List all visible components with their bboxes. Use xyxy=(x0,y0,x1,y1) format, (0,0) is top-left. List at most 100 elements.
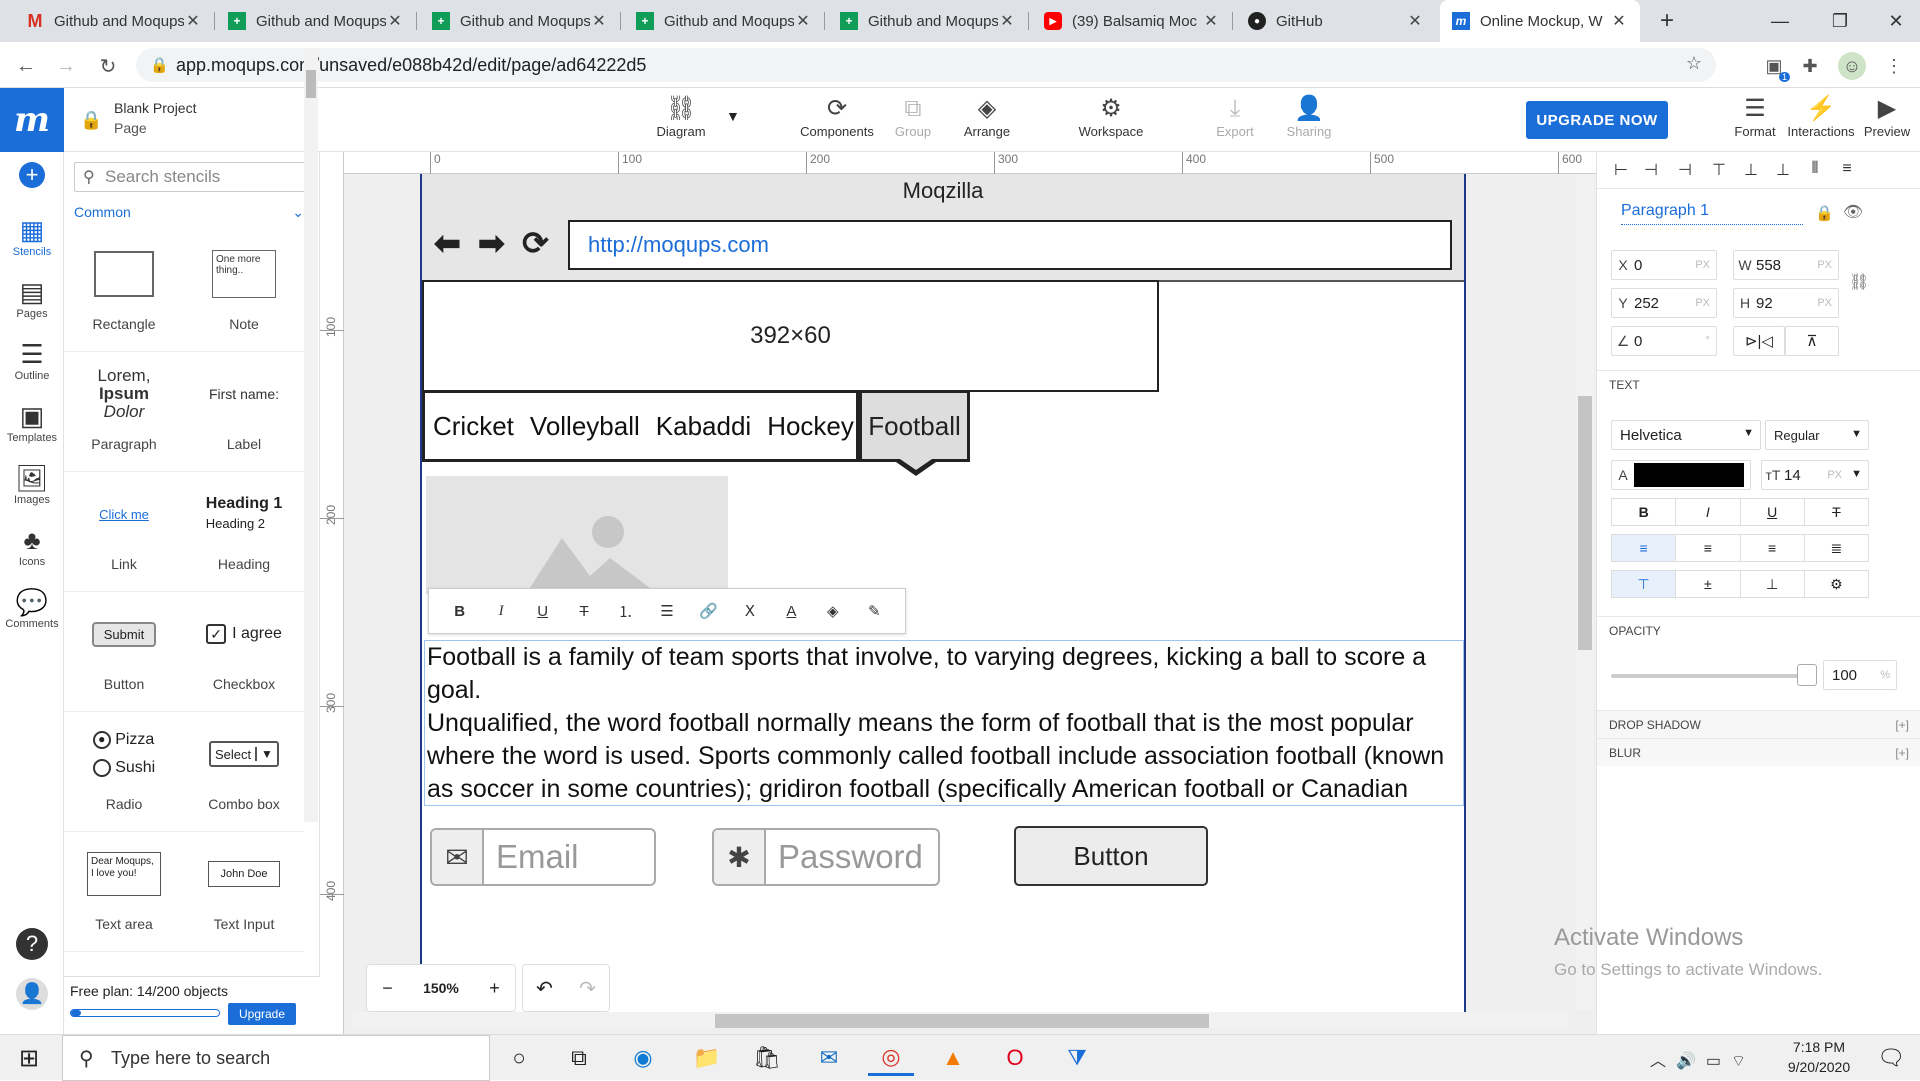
moqups-logo[interactable]: m xyxy=(0,88,64,152)
dropdown-caret-icon[interactable]: ▼ xyxy=(726,108,740,124)
mockup-tab[interactable]: Volleyball xyxy=(522,411,648,442)
vscode-icon[interactable]: ⧩ xyxy=(1054,1040,1100,1076)
preview-button[interactable]: ▶ Preview xyxy=(1842,94,1920,139)
stencil-note[interactable]: One more thing.. Note xyxy=(184,232,304,352)
mockup-tab[interactable]: Kabaddi xyxy=(648,411,759,442)
align-center-icon[interactable]: ⊣ xyxy=(1639,160,1663,180)
user-avatar[interactable]: 👤 xyxy=(0,978,64,1010)
mockup-browser-window[interactable]: Moqzilla ⬅ ➡ ⟳ http://moqups.com xyxy=(422,174,1464,282)
angle-field[interactable]: ∠ 0 ° xyxy=(1611,326,1717,356)
y-field[interactable]: Y 252 PX xyxy=(1611,288,1717,318)
opera-icon[interactable]: O xyxy=(992,1040,1038,1076)
drop-shadow-section[interactable]: DROP SHADOW [+] xyxy=(1597,710,1920,738)
image-placeholder[interactable] xyxy=(426,476,728,594)
selected-paragraph[interactable]: Football is a family of team sports that… xyxy=(424,640,1464,806)
store-icon[interactable]: 🛍 xyxy=(744,1040,790,1076)
sharing-button[interactable]: 👤 Sharing xyxy=(1264,94,1354,139)
upgrade-button[interactable]: Upgrade xyxy=(228,1003,296,1025)
text-settings-icon[interactable]: ⚙ xyxy=(1805,571,1868,597)
task-view-icon[interactable]: ⧉ xyxy=(556,1040,602,1076)
minimize-icon[interactable]: — xyxy=(1750,0,1810,42)
rail-outline[interactable]: ☰ Outline xyxy=(0,338,64,382)
close-tab-icon[interactable]: ✕ xyxy=(1610,11,1628,31)
clear-format-icon[interactable]: Ⅹ xyxy=(738,602,762,620)
x-field[interactable]: X 0 PX xyxy=(1611,250,1717,280)
browser-tab[interactable]: + Github and Moqups ✕ xyxy=(420,0,620,42)
stencil-textarea[interactable]: Dear Moqups, I love you! Text area xyxy=(64,832,184,952)
opacity-field[interactable]: 100% xyxy=(1823,660,1897,690)
align-bottom-icon[interactable]: ⊥ xyxy=(1771,160,1795,180)
align-right-icon[interactable]: ⊣ xyxy=(1673,160,1697,180)
align-top-icon[interactable]: ⊤ xyxy=(1707,160,1731,180)
file-explorer-icon[interactable]: 📁 xyxy=(684,1040,730,1076)
stencil-paragraph[interactable]: Lorem, Ipsum Dolor Paragraph xyxy=(64,352,184,472)
workspace-button[interactable]: ⚙ Workspace xyxy=(1066,94,1156,139)
horizontal-scroll-thumb[interactable] xyxy=(715,1014,1209,1028)
opacity-slider[interactable] xyxy=(1611,674,1807,678)
browser-tab[interactable]: ● GitHub ✕ xyxy=(1236,0,1436,42)
eye-icon[interactable]: 👁 xyxy=(1843,202,1863,222)
browser-tab[interactable]: + Github and Moqups ✕ xyxy=(828,0,1028,42)
distribute-v-icon[interactable]: ≡ xyxy=(1835,160,1859,178)
rail-icons[interactable]: ♣ Icons xyxy=(0,524,64,568)
align-middle-icon[interactable]: ⊥ xyxy=(1739,160,1763,180)
edge-icon[interactable]: ◉ xyxy=(620,1040,666,1076)
numbered-list-icon[interactable]: ⒈ xyxy=(614,601,638,622)
browser-tab[interactable]: M Github and Moqups ✕ xyxy=(14,0,214,42)
distribute-h-icon[interactable]: ⫴ xyxy=(1803,160,1827,178)
redo-icon[interactable]: ↷ xyxy=(579,976,596,1001)
zoom-out-button[interactable]: − xyxy=(382,978,393,999)
valign-top-icon[interactable]: ⊤ xyxy=(1612,571,1677,597)
italic-icon[interactable]: I xyxy=(489,603,513,620)
zoom-in-button[interactable]: + xyxy=(489,978,500,999)
stencil-button[interactable]: Submit Button xyxy=(64,592,184,712)
mockup-tab-bar[interactable]: Cricket Volleyball Kabaddi Hockey xyxy=(422,390,859,462)
lock-icon[interactable]: 🔒 xyxy=(80,110,102,131)
rail-comments[interactable]: 💬 Comments xyxy=(0,586,64,630)
align-center-text-icon[interactable]: ≡ xyxy=(1676,535,1741,561)
puzzle-icon[interactable]: ✚ xyxy=(1796,52,1824,80)
help-button[interactable]: ? xyxy=(0,928,64,960)
search-input[interactable]: ⚲ Search stencils xyxy=(74,162,310,192)
strikethrough-button[interactable]: T xyxy=(1805,499,1868,525)
clock-time[interactable]: 7:18 PM xyxy=(1774,1039,1864,1055)
system-tray-icons[interactable]: ︿🔊▭⌔ xyxy=(1650,1047,1756,1071)
close-tab-icon[interactable]: ✕ xyxy=(184,11,202,31)
arrange-button[interactable]: ◈ Arrange xyxy=(942,94,1032,139)
close-tab-icon[interactable]: ✕ xyxy=(998,11,1016,31)
rail-images[interactable]: 🖼 Images xyxy=(0,462,64,506)
bullet-list-icon[interactable]: ☰ xyxy=(655,602,679,620)
mockup-url-field[interactable]: http://moqups.com xyxy=(568,220,1452,270)
valign-middle-icon[interactable]: ± xyxy=(1676,571,1741,597)
category-dropdown[interactable]: Common ⌄ xyxy=(74,204,304,220)
rail-stencils[interactable]: ▦ Stencils xyxy=(0,214,64,258)
address-bar[interactable]: 🔒 app.moqups.com/unsaved/e088b42d/edit/p… xyxy=(136,48,1716,82)
stencil-scroll-thumb[interactable] xyxy=(306,70,316,98)
stencil-heading[interactable]: Heading 1 Heading 2 Heading xyxy=(184,472,304,592)
reload-icon[interactable]: ↻ xyxy=(92,50,124,82)
browser-tab[interactable]: ▶ (39) Balsamiq Moc ✕ xyxy=(1032,0,1232,42)
browser-tab-active[interactable]: m Online Mockup, W ✕ xyxy=(1440,0,1640,42)
stencil-link[interactable]: Click me Link xyxy=(64,472,184,592)
extension-icon[interactable]: ▣ 1 xyxy=(1760,52,1790,82)
align-right-text-icon[interactable]: ≡ xyxy=(1741,535,1805,561)
mail-icon[interactable]: ✉ xyxy=(806,1040,852,1076)
project-name[interactable]: Blank Project xyxy=(114,100,196,116)
mockup-placeholder-box[interactable]: 392×60 xyxy=(422,280,1159,392)
font-weight-select[interactable]: Regular ▼ xyxy=(1765,420,1869,450)
clock-date[interactable]: 9/20/2020 xyxy=(1774,1059,1864,1075)
italic-button[interactable]: I xyxy=(1676,499,1741,525)
fill-bucket-icon[interactable]: ◈ xyxy=(821,602,845,620)
undo-icon[interactable]: ↶ xyxy=(536,976,553,1001)
new-tab-button[interactable]: + xyxy=(1640,0,1694,42)
back-icon[interactable]: ← xyxy=(10,50,42,82)
menu-dots-icon[interactable]: ⋮ xyxy=(1880,52,1908,80)
star-icon[interactable]: ☆ xyxy=(1686,53,1702,74)
flip-horizontal-button[interactable]: ⊳|◁ xyxy=(1733,326,1785,356)
close-tab-icon[interactable]: ✕ xyxy=(590,11,608,31)
stencil-label[interactable]: First name: Label xyxy=(184,352,304,472)
profile-avatar[interactable]: ☺ xyxy=(1838,52,1866,80)
mockup-page[interactable]: Moqzilla ⬅ ➡ ⟳ http://moqups.com 392×60 … xyxy=(420,174,1466,1012)
strikethrough-icon[interactable]: T xyxy=(572,603,596,620)
justify-text-icon[interactable]: ≣ xyxy=(1805,535,1868,561)
